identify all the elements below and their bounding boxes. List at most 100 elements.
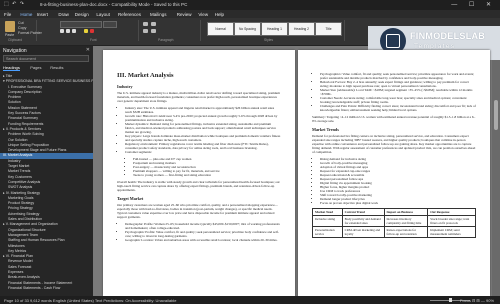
table-cell: Inclusive sizing [312,215,343,227]
font-name-dropdown[interactable] [60,21,102,28]
customer-segments-list: Full-busted — plus-size and D+ cup women… [117,157,281,177]
style-heading-1[interactable]: Heading 1 [261,22,288,36]
trends-list: Rising demand for inclusive sizing Growt… [312,157,476,205]
styles-group: Styles Normal No Spacing Heading 1 Heading … [204,20,345,42]
format-painter-button[interactable]: Format Painter [18,31,42,35]
tab-draw[interactable]: Draw [58,12,69,17]
table-row: Inclusive sizing Body positivity and dem… [312,215,476,227]
navigation-pane: Navigation ✕ Search document Headings Pag… [0,46,93,296]
market-trends-heading: Market Trends [312,127,339,132]
search-input[interactable]: Search document [3,55,89,62]
document-page-1[interactable]: III. Market Analysis Industry The U.S. i… [103,50,295,296]
list-item: Psychographic Profile: Value comfort, fi… [125,230,281,238]
font-group-label: Font [90,38,97,42]
vertical-scrollbar[interactable] [492,60,500,296]
list-item: Customer Needs: Accurate sizing; comfort… [320,96,476,104]
list-item: Focus on proven objective plus digital w… [320,201,476,205]
clipboard-group: Paste Cut Copy Format Painter Clipboard [2,20,42,42]
italic-icon[interactable] [66,29,70,33]
target-intro: Our primary customers are women aged 25–… [117,203,278,219]
close-icon[interactable]: ✕ [86,47,90,53]
style-heading-2[interactable]: Heading 2 [288,22,315,36]
table-header-row: Market Need Current Trend Impact on Busi… [312,208,476,216]
align-left-icon[interactable] [143,29,148,33]
align-center-icon[interactable] [151,29,156,33]
status-info: Page 10 of 33 9,612 words English (Unite… [4,297,177,303]
tab-review[interactable]: Review [177,12,192,17]
bullets-icon[interactable] [143,22,148,26]
headings-list: ▸ Title ▾ PROFESSIONAL BRA FITTING SERVIC… [0,74,93,291]
tab-insert[interactable]: Insert [37,12,48,17]
nav-tab-results[interactable]: Results [50,65,63,70]
font-color-icon[interactable] [90,29,94,33]
navigation-tabs: Headings Pages Results [3,65,89,71]
target-details-list: Psychographics: Value comfort, fit and q… [312,72,476,112]
tab-design[interactable]: Design [75,12,89,17]
zoom-controls[interactable]: Focus ⊟ ⊞ — 90% [460,298,494,303]
list-item: Industry size: The U.S. intimate apparel… [125,106,281,114]
ribbon-tabs: File Home Insert Draw Design Layout References… [0,10,500,18]
window-controls[interactable]: — ☐ ✕ [451,1,496,8]
table-row: Personalization service CRM-driven marke… [312,226,476,238]
style-normal[interactable]: Normal [207,22,234,36]
table-cell: Personalization service [312,226,343,238]
market-trends-table: Market Need Current Trend Impact on Busi… [312,208,476,238]
list-item: Behavioral Factors: Buy 2–4 bras annuall… [320,80,476,88]
style-title[interactable]: Title [315,22,342,36]
font-group: Font [58,20,139,42]
style-no-spacing[interactable]: No Spacing [234,22,261,36]
document-page-2[interactable]: Psychographics: Value comfort, fit and q… [298,50,490,296]
highlight-icon[interactable] [84,29,88,33]
quick-access-toolbar[interactable]: ⬚ ↶ ↷ [4,1,25,7]
section-heading: III. Market Analysis [117,72,174,79]
tab-home[interactable]: Home [20,12,32,17]
list-item: Psychographics: Value comfort, fit and q… [320,72,476,80]
status-bar: Page 10 of 33 9,612 words English (Unite… [0,296,500,304]
paste-button[interactable]: Paste [5,33,14,37]
logo-text: FINMODELSLAB [410,31,486,41]
font-size-dropdown[interactable] [103,21,117,28]
nav-tab-headings[interactable]: Headings [3,65,20,71]
table-cell: Body positivity and demand for extended … [341,215,385,227]
logo-subtext: Templates [414,43,456,50]
tab-mailings[interactable]: Mailings [150,12,167,17]
cut-button[interactable]: Cut [18,21,24,25]
table-cell: Increases inventory complexity and fitti… [383,215,429,227]
underline-icon[interactable] [72,29,76,33]
list-item: Regulatory environment: Primary regulati… [125,142,281,150]
clipboard-group-label: Clipboard [8,38,23,42]
tab-view[interactable]: View [198,12,208,17]
tab-layout[interactable]: Layout [96,12,110,17]
table-cell: CRM-driven marketing and loyalty [341,226,385,238]
target-market-heading: Target Market [117,196,144,201]
scrollbar-thumb[interactable] [494,100,498,130]
bold-icon[interactable] [60,29,64,33]
table-header: Current Trend [341,208,385,216]
page-1-content: III. Market Analysis Industry The U.S. i… [117,72,281,245]
paragraph-group-label: Paragraph [158,38,174,42]
table-cell: Implement CRM; send measurement reminder… [427,226,476,238]
tab-file[interactable]: File [4,12,11,17]
zoom-slider-handle[interactable] [449,298,452,302]
nav-heading-item[interactable]: Financial Statements - Cash Flow [0,286,93,291]
table-header: Market Need [312,208,343,216]
numbering-icon[interactable] [151,22,156,26]
nav-tab-pages[interactable]: Pages [30,65,41,70]
list-item: Key players: Large brands dominate mass-… [125,134,281,142]
list-item: Market dynamics: Demand rising for perso… [125,122,281,134]
tab-help[interactable]: Help [215,12,224,17]
target-list: Demographic Profile: Women 25–65; househ… [117,222,281,242]
market-summary: Summary: Targeting ~4–12 million U.S. wo… [312,115,476,123]
table-cell: Stock broader size range; train fitters … [427,215,476,227]
tab-references[interactable]: References [118,12,141,17]
paste-icon[interactable] [5,21,15,32]
copy-button[interactable]: Copy [18,26,26,30]
table-header: Our Response [427,208,476,216]
industry-outro: Overall health: The industry is stable w… [117,180,280,192]
paragraph-group: Paragraph [140,20,201,42]
list-item: Market Size (addressable): Local TAM: ~$… [320,88,476,96]
list-item: Challenges and Pain Points: Difficulty f… [320,104,476,112]
nav-heading-item[interactable]: ▾ PROFESSIONAL BRA FITTING SERVICE BUSIN… [0,79,93,84]
styles-group-label: Styles [264,38,273,42]
table-cell: Raises expectations for follow-up and re… [383,226,429,238]
